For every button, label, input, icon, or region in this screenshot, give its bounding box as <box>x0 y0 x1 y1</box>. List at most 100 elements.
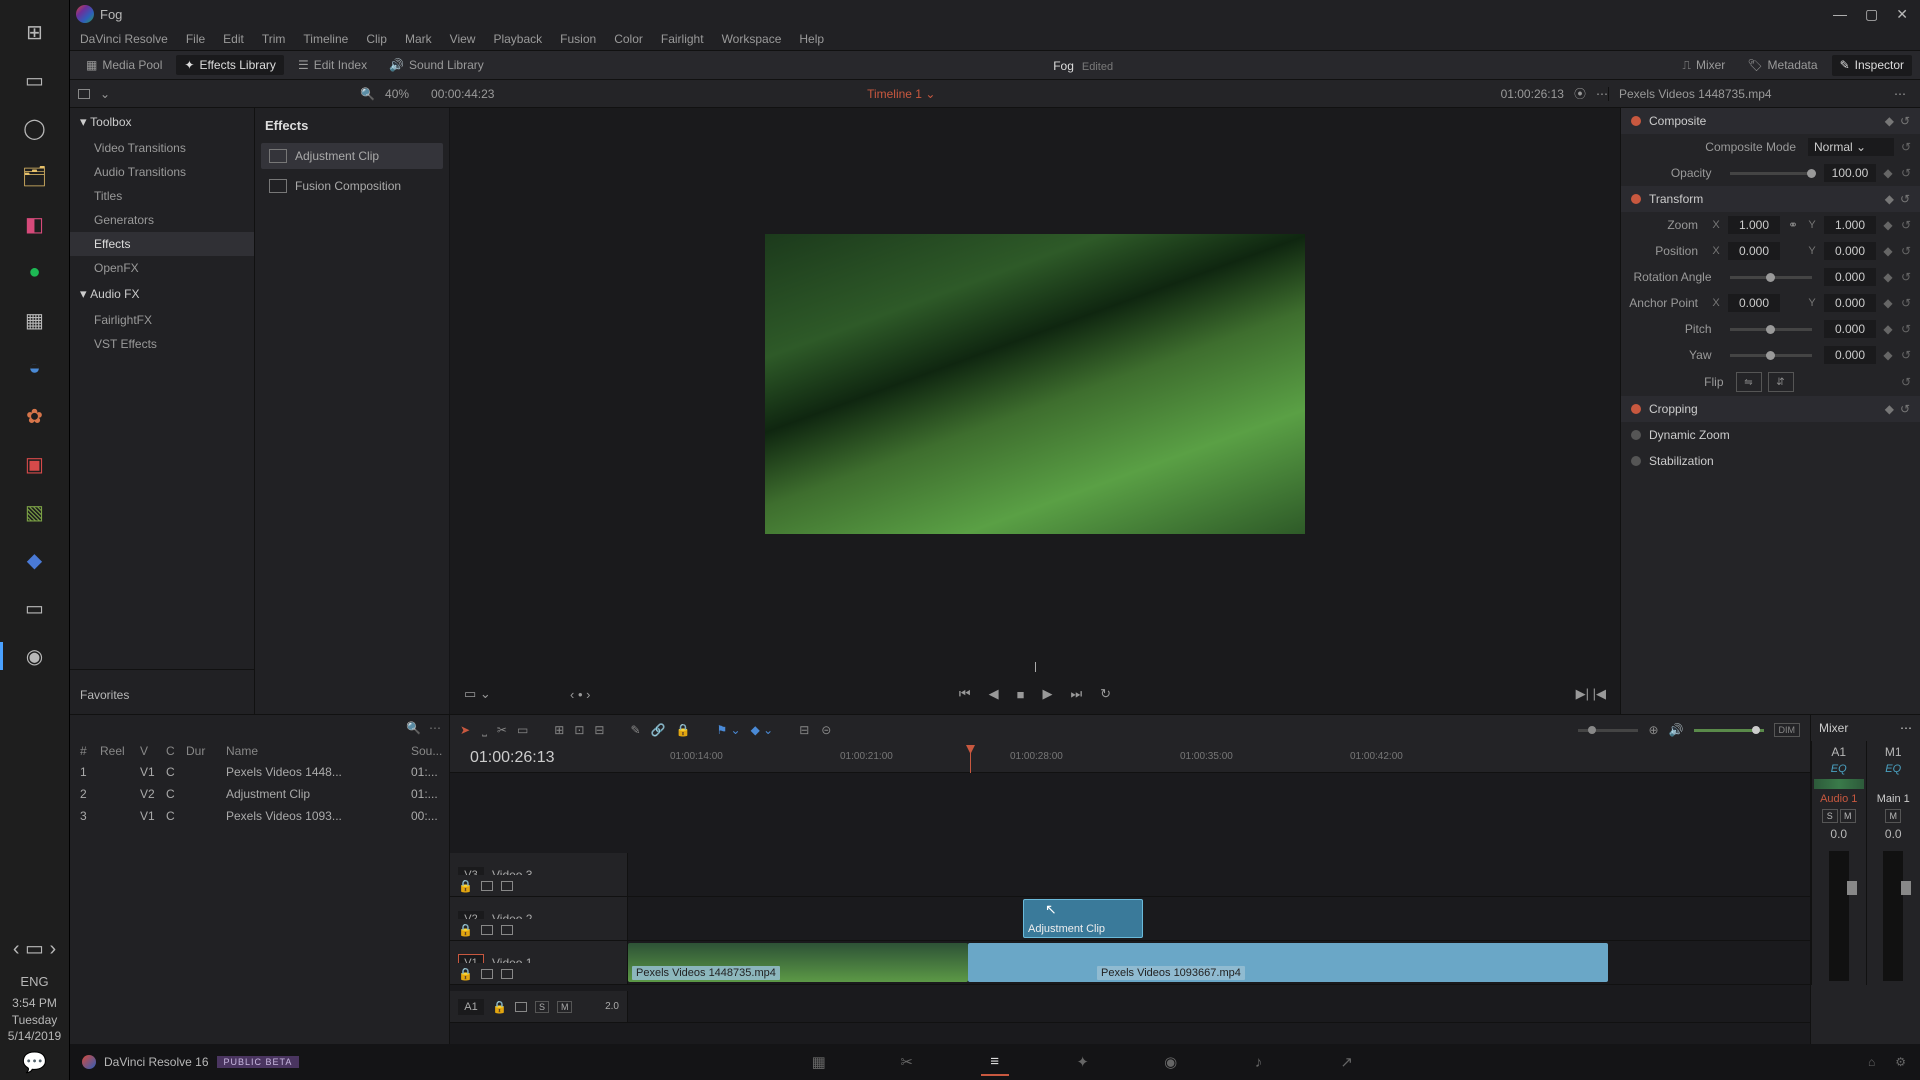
language-indicator[interactable]: ENG <box>20 974 48 989</box>
overwrite-clip-icon[interactable]: ⊡ <box>574 723 584 737</box>
taskbar-app-3[interactable]: ◧ <box>13 202 57 246</box>
auto-select-icon[interactable] <box>515 1002 527 1012</box>
audiofx-fairlight[interactable]: FairlightFX <box>70 308 254 332</box>
opacity-value[interactable]: 100.00 <box>1824 164 1876 182</box>
menu-trim[interactable]: Trim <box>262 32 286 46</box>
mixer-button[interactable]: ⎍Mixer <box>1675 55 1734 76</box>
keyframe-icon[interactable]: ◆ <box>1882 296 1894 310</box>
start-button[interactable]: ⊞ <box>13 10 57 54</box>
favorites-section[interactable]: Favorites <box>70 669 254 714</box>
eq-button[interactable]: EQ <box>1885 763 1901 775</box>
taskbar-app-8[interactable]: ▣ <box>13 442 57 486</box>
close-button[interactable]: ✕ <box>1896 6 1908 23</box>
transform-section[interactable]: Transform◆↺ <box>1621 186 1920 212</box>
razor-icon[interactable]: ✎ <box>630 723 640 737</box>
toolbox-header[interactable]: ▾ Toolbox <box>70 108 254 136</box>
menu-playback[interactable]: Playback <box>493 32 542 46</box>
yaw-value[interactable]: 0.000 <box>1824 346 1876 364</box>
pitch-value[interactable]: 0.000 <box>1824 320 1876 338</box>
marker-icon[interactable]: ◆ ⌄ <box>751 723 774 737</box>
pan-knob[interactable] <box>1814 779 1864 789</box>
viewer-area[interactable] <box>450 108 1620 660</box>
link-tool-icon[interactable]: 🔗 <box>651 723 666 737</box>
timeline-name-dropdown[interactable]: Timeline 1 ⌄ <box>867 87 935 101</box>
dim-button[interactable]: DIM <box>1774 723 1801 737</box>
flag-icon[interactable]: ⚑ ⌄ <box>716 723 740 737</box>
insert-clip-icon[interactable]: ⊞ <box>554 723 564 737</box>
flip-v-button[interactable]: ⇵ <box>1768 372 1794 392</box>
solo-button[interactable]: S <box>535 1001 549 1013</box>
keyframe-icon[interactable]: ◆ <box>1882 270 1894 284</box>
zoom-y[interactable]: 1.000 <box>1824 216 1876 234</box>
reset-icon[interactable]: ↺ <box>1900 375 1912 389</box>
transport-right-icons[interactable]: ▶| |◀ <box>1576 686 1606 702</box>
viewer-options-icon[interactable]: ⋯ <box>1596 87 1608 101</box>
reset-icon[interactable]: ↺ <box>1900 348 1912 362</box>
reset-icon[interactable]: ↺ <box>1900 296 1912 310</box>
stop-button[interactable]: ■ <box>1017 687 1025 702</box>
effects-library-button[interactable]: ✦Effects Library <box>176 55 284 75</box>
volume-icon[interactable]: 🔊 <box>1669 723 1684 737</box>
loop-button[interactable]: ↻ <box>1100 686 1111 702</box>
file-explorer-icon[interactable]: 🗂 <box>13 154 57 198</box>
menu-mark[interactable]: Mark <box>405 32 432 46</box>
page-color[interactable]: ◉ <box>1157 1048 1185 1076</box>
edit-index-row[interactable]: 1V1CPexels Videos 1448...01:... <box>70 761 449 783</box>
enable-dot-icon[interactable] <box>1631 430 1641 440</box>
composite-mode-dropdown[interactable]: Normal ⌄ <box>1808 138 1894 156</box>
menu-clip[interactable]: Clip <box>366 32 387 46</box>
auto-select-icon[interactable] <box>481 881 493 891</box>
menu-help[interactable]: Help <box>799 32 824 46</box>
search-icon[interactable]: 🔍 <box>360 87 375 101</box>
timeline-zoom-slider[interactable] <box>1578 729 1638 732</box>
taskbar-app-1[interactable]: ◯ <box>13 106 57 150</box>
anchor-x[interactable]: 0.000 <box>1728 294 1780 312</box>
toolbox-video-transitions[interactable]: Video Transitions <box>70 136 254 160</box>
blade-tool-icon[interactable]: ✂ <box>497 723 507 738</box>
link-icon[interactable]: ⚭ <box>1786 218 1800 232</box>
taskbar-app-10[interactable]: ◆ <box>13 538 57 582</box>
menu-view[interactable]: View <box>450 32 476 46</box>
composite-section[interactable]: Composite◆↺ <box>1621 108 1920 134</box>
reset-icon[interactable]: ↺ <box>1900 114 1910 128</box>
menu-workspace[interactable]: Workspace <box>722 32 782 46</box>
keyframe-icon[interactable]: ◆ <box>1885 114 1894 128</box>
layout-toggle-icon[interactable] <box>78 89 90 99</box>
keyframe-icon[interactable]: ◆ <box>1885 402 1894 416</box>
page-edit[interactable]: ≡ <box>981 1048 1009 1076</box>
menu-edit[interactable]: Edit <box>223 32 244 46</box>
maximize-button[interactable]: ▢ <box>1865 6 1878 23</box>
audiofx-header[interactable]: ▾ Audio FX <box>70 280 254 308</box>
taskbar-app-5[interactable]: ▦ <box>13 298 57 342</box>
snap-icon[interactable]: ⊟ <box>799 723 809 737</box>
link-selection-icon[interactable]: ⊝ <box>821 723 831 737</box>
edit-index-row[interactable]: 3V1CPexels Videos 1093...00:... <box>70 805 449 827</box>
enable-dot-icon[interactable] <box>1631 116 1641 126</box>
fader[interactable] <box>1901 881 1911 895</box>
minimize-button[interactable]: — <box>1833 6 1847 23</box>
audiofx-vst[interactable]: VST Effects <box>70 332 254 356</box>
effect-adjustment-clip[interactable]: Adjustment Clip <box>261 143 443 169</box>
action-center-icon[interactable]: 💬 <box>13 1046 57 1078</box>
enable-dot-icon[interactable] <box>1631 404 1641 414</box>
toolbox-effects[interactable]: Effects <box>70 232 254 256</box>
menu-fusion[interactable]: Fusion <box>560 32 596 46</box>
volume-slider[interactable] <box>1694 729 1764 732</box>
spotify-icon[interactable]: ● <box>13 250 57 294</box>
toolbox-openfx[interactable]: OpenFX <box>70 256 254 280</box>
mixer-options-icon[interactable]: ⋯ <box>1900 721 1912 735</box>
viewer-mode-icon[interactable]: ▭ ⌄ <box>464 686 491 702</box>
inspector-options-icon[interactable]: ⋯ <box>1888 87 1912 101</box>
cropping-section[interactable]: Cropping◆↺ <box>1621 396 1920 422</box>
menu-fairlight[interactable]: Fairlight <box>661 32 704 46</box>
tray-expand-icon[interactable]: ‹ ▭ › <box>13 934 57 962</box>
pos-x[interactable]: 0.000 <box>1728 242 1780 260</box>
mute-button[interactable]: M <box>1840 809 1856 823</box>
metadata-button[interactable]: 🏷Metadata <box>1739 55 1825 76</box>
page-fairlight[interactable]: ♪ <box>1245 1048 1273 1076</box>
reset-icon[interactable]: ↺ <box>1900 244 1912 258</box>
track-toggle-icon[interactable] <box>501 925 513 935</box>
menu-color[interactable]: Color <box>614 32 643 46</box>
sound-library-button[interactable]: 🔊Sound Library <box>381 55 492 75</box>
go-end-button[interactable]: ⏭ <box>1070 686 1082 702</box>
